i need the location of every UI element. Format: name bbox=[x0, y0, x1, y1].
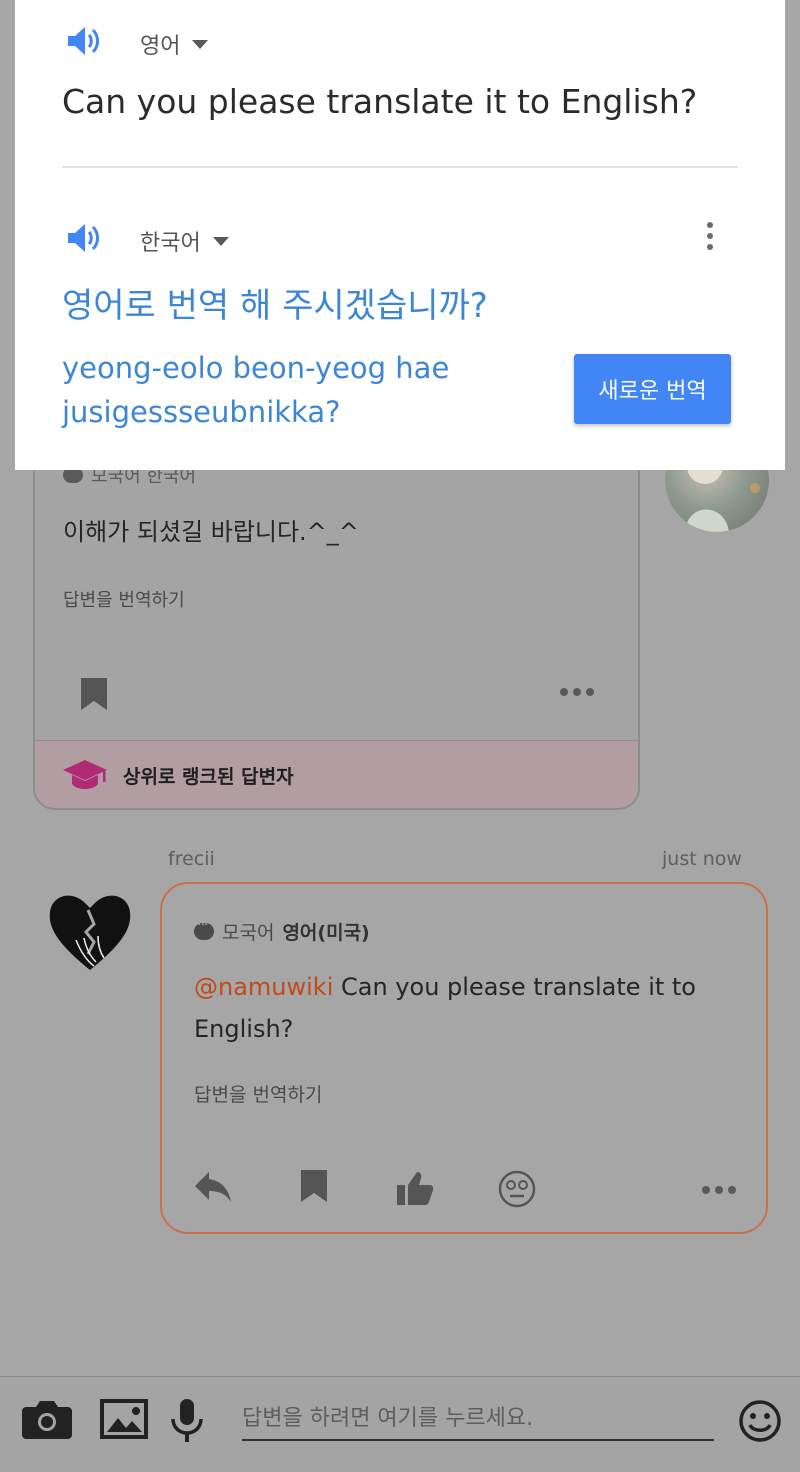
romanized-text: yeong-eolo beon-yeog hae jusigessseubnik… bbox=[62, 351, 450, 429]
overflow-menu-icon[interactable] bbox=[707, 222, 713, 250]
more-options-icon[interactable] bbox=[702, 1186, 736, 1194]
more-options-icon[interactable] bbox=[560, 688, 594, 696]
source-text: Can you please translate it to English? bbox=[62, 82, 698, 121]
chevron-down-icon bbox=[212, 236, 229, 246]
rank-label: 상위로 랭크된 답변자 bbox=[123, 766, 294, 788]
reply-input[interactable] bbox=[242, 1397, 714, 1441]
reply-bar bbox=[0, 1376, 800, 1472]
message-username[interactable]: frecii bbox=[168, 848, 215, 870]
mention-link[interactable]: @namuwiki bbox=[194, 973, 333, 1001]
target-language-label: 한국어 bbox=[140, 231, 201, 256]
emoji-reaction-icon[interactable] bbox=[498, 1170, 536, 1212]
message-text: @namuwiki Can you please translate it to… bbox=[194, 966, 734, 1050]
speaker-icon[interactable] bbox=[68, 26, 102, 60]
native-language-value: 영어(미국) bbox=[282, 922, 370, 944]
emoji-icon[interactable] bbox=[738, 1399, 782, 1447]
divider bbox=[62, 166, 738, 168]
image-icon[interactable] bbox=[100, 1399, 148, 1443]
answer-text: 이해가 되셨길 바랍니다.^_^ bbox=[63, 518, 359, 546]
top-ranked-answerer-banner: 상위로 랭크된 답변자 bbox=[35, 740, 638, 808]
native-language-label: 모국어 영어(미국) bbox=[194, 917, 370, 945]
source-language-label: 영어 bbox=[140, 34, 181, 59]
bookmark-icon[interactable] bbox=[79, 678, 109, 714]
translate-answer-link[interactable]: 답변을 번역하기 bbox=[194, 1080, 322, 1107]
translation-popup: 영어 Can you please translate it to Englis… bbox=[15, 0, 785, 470]
reply-icon[interactable] bbox=[194, 1170, 232, 1208]
new-translation-button[interactable]: 새로운 번역 bbox=[574, 354, 731, 424]
speech-bubble-icon bbox=[194, 917, 214, 940]
message-timestamp: just now bbox=[662, 848, 742, 870]
speaker-icon[interactable] bbox=[68, 223, 102, 257]
chevron-down-icon bbox=[192, 39, 209, 49]
camera-icon[interactable] bbox=[22, 1399, 72, 1443]
microphone-icon[interactable] bbox=[168, 1399, 206, 1447]
thumbs-up-icon[interactable] bbox=[396, 1170, 434, 1210]
translate-answer-link[interactable]: 답변을 번역하기 bbox=[63, 586, 185, 612]
target-language-selector[interactable]: 한국어 bbox=[140, 225, 229, 257]
graduation-cap-icon bbox=[63, 758, 107, 794]
user-avatar[interactable] bbox=[40, 880, 140, 980]
native-language-prefix: 모국어 bbox=[222, 922, 275, 944]
message-card: 모국어 영어(미국) @namuwiki Can you please tran… bbox=[160, 882, 768, 1234]
bookmark-icon[interactable] bbox=[300, 1170, 328, 1206]
source-language-selector[interactable]: 영어 bbox=[140, 28, 209, 60]
translated-text: 영어로 번역 해 주시겠습니까? bbox=[62, 286, 488, 326]
